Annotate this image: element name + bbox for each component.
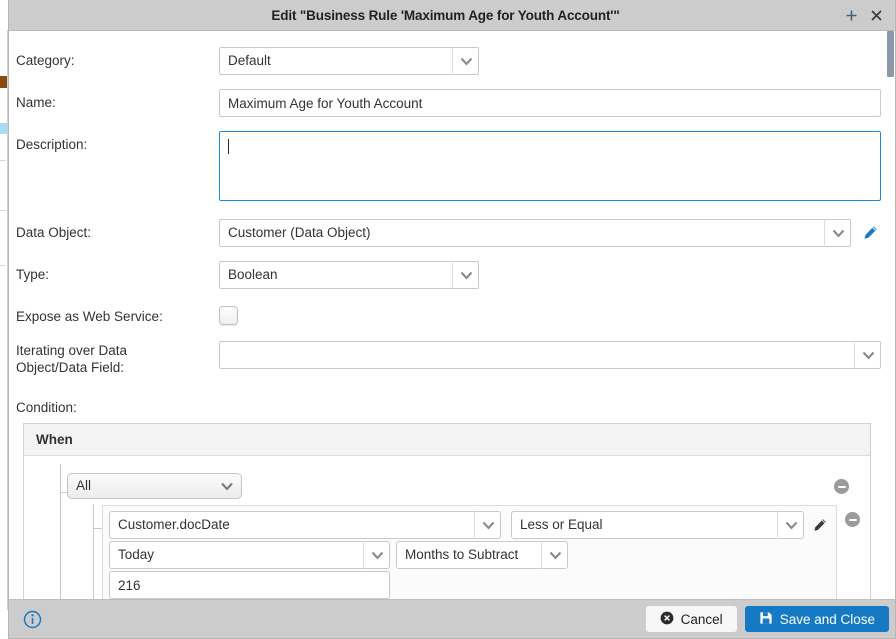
- type-select-value: Boolean: [219, 261, 479, 289]
- chevron-down-icon[interactable]: [363, 541, 390, 569]
- dialog-title: Edit "Business Rule 'Maximum Age for You…: [271, 7, 620, 23]
- expose-web-service-label: Expose as Web Service:: [16, 309, 163, 324]
- rule-operator-select[interactable]: Less or Equal: [511, 511, 804, 539]
- iterating-label-line2: Object/Data Field:: [16, 360, 125, 375]
- expose-web-service-checkbox[interactable]: [219, 306, 238, 325]
- titlebar-actions: [844, 8, 887, 22]
- category-select-value: Default: [219, 47, 479, 75]
- edit-business-rule-dialog: Edit "Business Rule 'Maximum Age for You…: [8, 0, 896, 639]
- dialog-footer: Cancel Save and Close: [9, 599, 895, 638]
- name-label: Name:: [16, 95, 56, 110]
- remove-group-icon[interactable]: [834, 479, 849, 494]
- condition-builder: All Customer.docDate Less or Equal Today…: [24, 456, 870, 599]
- condition-rule-row: Customer.docDate Less or Equal Today Mon…: [102, 505, 860, 599]
- name-input-wrap: [219, 89, 881, 117]
- condition-panel: When All Customer.docDate Less or Equal …: [23, 423, 871, 599]
- type-label: Type:: [16, 267, 50, 282]
- iterating-label: Iterating over Data Object/Data Field:: [16, 341, 219, 376]
- category-select[interactable]: Default: [219, 47, 479, 75]
- chevron-down-icon[interactable]: [452, 261, 479, 289]
- rule-value-source-value: Today: [109, 541, 390, 569]
- background-divider-tick: [0, 265, 6, 266]
- condition-rule-line-1: Customer.docDate Less or Equal: [109, 511, 830, 539]
- background-chip-blue: [0, 123, 7, 134]
- content-scrollbar-track[interactable]: [886, 31, 895, 599]
- save-disk-icon: [759, 611, 773, 628]
- category-label: Category:: [16, 53, 75, 68]
- chevron-down-icon[interactable]: [854, 341, 881, 369]
- chevron-down-icon[interactable]: [474, 511, 501, 539]
- rule-field-select[interactable]: Customer.docDate: [109, 511, 501, 539]
- iterating-select[interactable]: [219, 341, 881, 369]
- rule-operator-value: Less or Equal: [511, 511, 804, 539]
- dialog-body: Category: Default Name: Maximum Age for …: [9, 31, 895, 599]
- rule-value-source-select[interactable]: Today: [109, 541, 390, 569]
- field-row-category: Category: Default: [16, 47, 881, 75]
- data-object-select[interactable]: Customer (Data Object): [219, 219, 852, 247]
- footer-buttons: Cancel Save and Close: [645, 606, 891, 632]
- close-icon[interactable]: [869, 8, 883, 22]
- iterating-label-line1: Iterating over Data: [16, 343, 128, 358]
- background-divider-tick: [0, 210, 6, 211]
- iterating-select-value: [219, 341, 881, 369]
- data-object-select-value: Customer (Data Object): [219, 219, 852, 247]
- save-and-close-button[interactable]: Save and Close: [744, 606, 889, 632]
- close-circle-icon: [660, 611, 674, 628]
- rule-amount-input[interactable]: [109, 571, 390, 599]
- field-row-type: Type: Boolean: [16, 261, 881, 289]
- rule-amount-input-wrap: [109, 571, 390, 599]
- business-rule-form: Category: Default Name: Maximum Age for …: [9, 31, 895, 599]
- field-row-iterating: Iterating over Data Object/Data Field:: [16, 341, 881, 376]
- field-row-name: Name:: [16, 89, 881, 117]
- description-textarea[interactable]: [219, 131, 881, 201]
- cancel-button[interactable]: Cancel: [645, 606, 737, 632]
- tree-line-horizontal-rule: [93, 528, 102, 529]
- remove-rule-icon[interactable]: [845, 512, 860, 527]
- chevron-down-icon[interactable]: [452, 47, 479, 75]
- condition-rule-box: Customer.docDate Less or Equal Today Mon…: [102, 505, 837, 599]
- info-icon[interactable]: [23, 610, 42, 629]
- cancel-button-label: Cancel: [680, 611, 723, 627]
- background-divider-tick: [0, 160, 6, 161]
- condition-group-operator-select[interactable]: All: [67, 473, 242, 499]
- field-row-data-object: Data Object: Customer (Data Object): [16, 219, 881, 247]
- name-input[interactable]: [219, 89, 881, 117]
- data-object-pencil-icon[interactable]: [859, 219, 881, 245]
- condition-rule-line-2: Today Months to Subtract: [109, 541, 830, 569]
- dialog-titlebar: Edit "Business Rule 'Maximum Age for You…: [9, 0, 895, 31]
- content-scrollbar-thumb[interactable]: [887, 31, 894, 77]
- chevron-down-icon[interactable]: [541, 541, 568, 569]
- rule-modifier-select[interactable]: Months to Subtract: [396, 541, 568, 569]
- text-cursor: [228, 139, 229, 154]
- chevron-down-icon[interactable]: [777, 511, 804, 539]
- data-object-label: Data Object:: [16, 225, 92, 240]
- condition-rule-line-3: [109, 571, 830, 599]
- condition-label: Condition:: [16, 400, 77, 415]
- type-select[interactable]: Boolean: [219, 261, 479, 289]
- plus-icon[interactable]: [844, 8, 858, 22]
- description-label: Description:: [16, 137, 88, 152]
- field-row-expose-web-service: Expose as Web Service:: [16, 303, 881, 325]
- background-left-strip: [0, 30, 8, 610]
- tree-line-vertical-group: [93, 504, 94, 599]
- rule-field-value: Customer.docDate: [109, 511, 501, 539]
- chevron-down-icon[interactable]: [212, 473, 242, 499]
- rule-pencil-icon[interactable]: [810, 518, 830, 532]
- background-chip-orange: [0, 76, 7, 88]
- condition-group-row: All: [24, 470, 870, 499]
- chevron-down-icon[interactable]: [824, 219, 851, 247]
- save-and-close-button-label: Save and Close: [779, 611, 875, 627]
- condition-panel-header: When: [24, 424, 870, 456]
- field-row-description: Description:: [16, 131, 881, 201]
